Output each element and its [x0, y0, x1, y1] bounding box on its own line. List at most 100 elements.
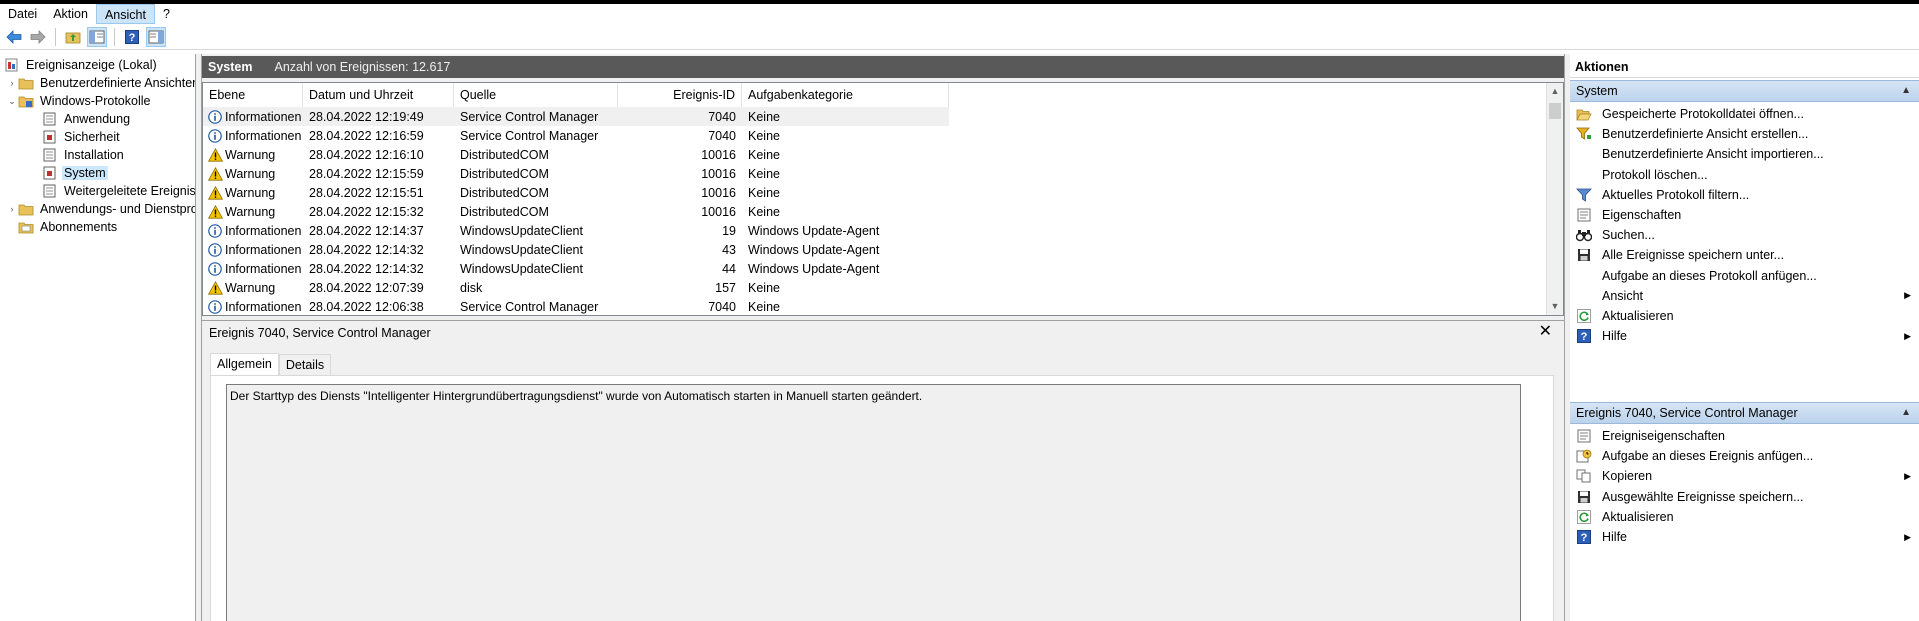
action-ausgewählte-ereignisse-speichern[interactable]: Ausgewählte Ereignisse speichern...: [1570, 487, 1919, 507]
tree-item-sicherheit[interactable]: Sicherheit: [42, 128, 122, 146]
collapse-arrow-icon[interactable]: ▲: [1901, 407, 1911, 418]
system-log-icon: [42, 165, 58, 181]
event-description[interactable]: Der Starttyp des Diensts "Intelligenter …: [226, 384, 1521, 621]
cell-level: Informationen: [203, 223, 303, 239]
action-eigenschaften[interactable]: Eigenschaften: [1570, 205, 1919, 225]
tree-item-custom-views[interactable]: › Benutzerdefinierte Ansichten: [6, 74, 196, 92]
table-row[interactable]: Warnung 28.04.2022 12:15:32 DistributedCOM…: [203, 202, 949, 221]
menu-aktion[interactable]: Aktion: [45, 4, 96, 24]
action-aktualisieren[interactable]: Aktualisieren: [1570, 507, 1919, 527]
collapse-chevron-icon[interactable]: ⌄: [6, 96, 18, 107]
action-benutzerdefinierte-ansicht-importieren[interactable]: Benutzerdefinierte Ansicht importieren..…: [1570, 144, 1919, 164]
show-hide-tree-icon[interactable]: [87, 26, 107, 47]
actions-group-event[interactable]: Ereignis 7040, Service Control Manager ▲: [1570, 402, 1919, 424]
level-text: Warnung: [225, 280, 276, 295]
column-header-level[interactable]: Ebene: [203, 83, 303, 107]
cell-task-category: Keine: [748, 147, 780, 162]
action-label: Ausgewählte Ereignisse speichern...: [1602, 489, 1804, 504]
table-row[interactable]: Warnung 28.04.2022 12:16:10 DistributedCOM…: [203, 145, 949, 164]
close-icon[interactable]: ✕: [1539, 323, 1552, 341]
level-text: Informationen: [225, 261, 302, 276]
column-header-task-category[interactable]: Aufgabenkategorie: [742, 83, 949, 107]
tree-item-event-viewer-local[interactable]: Ereignisanzeige (Lokal): [4, 56, 159, 74]
action-label: Aufgabe an dieses Ereignis anfügen...: [1602, 449, 1814, 464]
help-icon[interactable]: ?: [122, 27, 142, 47]
action-aufgabe-an-dieses-ereignis-anfügen[interactable]: Aufgabe an dieses Ereignis anfügen...: [1570, 446, 1919, 466]
column-header-date[interactable]: Datum und Uhrzeit: [303, 83, 454, 107]
tree-item-system[interactable]: System: [42, 164, 108, 182]
action-kopieren[interactable]: Kopieren ▶: [1570, 466, 1919, 486]
cell-event-id: 10016: [701, 185, 736, 200]
action-aktualisieren[interactable]: Aktualisieren: [1570, 306, 1919, 326]
scrollbar-thumb[interactable]: [1549, 103, 1561, 119]
scroll-down-icon[interactable]: ▼: [1547, 298, 1563, 315]
actions-group-system-label: System: [1576, 84, 1618, 98]
save-icon: [1576, 489, 1592, 505]
binoculars-icon: [1576, 227, 1592, 243]
back-arrow-icon[interactable]: [4, 27, 24, 47]
action-benutzerdefinierte-ansicht-erstellen[interactable]: Benutzerdefinierte Ansicht erstellen...: [1570, 124, 1919, 144]
event-list-rows: Informationen 28.04.2022 12:19:49 Service …: [203, 107, 949, 315]
action-ansicht[interactable]: Ansicht ▶: [1570, 286, 1919, 306]
refresh-icon: [1576, 308, 1592, 324]
subscriptions-icon: [18, 219, 34, 235]
table-row[interactable]: Warnung 28.04.2022 12:15:51 DistributedCOM…: [203, 183, 949, 202]
action-aufgabe-an-dieses-protokoll-anfügen[interactable]: Aufgabe an dieses Protokoll anfügen...: [1570, 266, 1919, 286]
action-hilfe[interactable]: ? Hilfe ▶: [1570, 527, 1919, 547]
task-icon: [1576, 448, 1592, 464]
blank-icon: [1576, 268, 1592, 284]
action-aktuelles-protokoll-filtern[interactable]: Aktuelles Protokoll filtern...: [1570, 185, 1919, 205]
tree-item-windows-logs[interactable]: ⌄ Windows-Protokolle: [6, 92, 152, 110]
expand-chevron-icon[interactable]: ›: [6, 204, 18, 214]
tree-item-installation[interactable]: Installation: [42, 146, 126, 164]
table-row[interactable]: Warnung 28.04.2022 12:15:59 DistributedCOM…: [203, 164, 949, 183]
table-row[interactable]: Informationen 28.04.2022 12:16:59 Service …: [203, 126, 949, 145]
action-label: Suchen...: [1602, 228, 1655, 243]
event-list: Ebene Datum und Uhrzeit Quelle Ereignis-…: [202, 82, 1564, 316]
folder-up-icon[interactable]: [63, 27, 83, 47]
tree-item-subscriptions[interactable]: Abonnements: [18, 218, 119, 236]
cell-source: DistributedCOM: [460, 147, 549, 162]
action-hilfe[interactable]: ? Hilfe ▶: [1570, 326, 1919, 346]
save-icon: [1576, 247, 1592, 263]
show-hide-action-pane-icon[interactable]: [146, 26, 166, 47]
cell-task-category: Keine: [748, 109, 780, 124]
menu-datei[interactable]: Datei: [0, 4, 45, 24]
tree-item-forwarded-events[interactable]: Weitergeleitete Ereignisse: [42, 182, 195, 200]
tree-item-app-service-logs[interactable]: › Anwendungs- und Dienstprotokolle: [6, 200, 196, 218]
table-row[interactable]: Warnung 28.04.2022 12:07:39 disk 157 Keine: [203, 278, 949, 297]
table-row[interactable]: Informationen 28.04.2022 12:14:32 WindowsU…: [203, 240, 949, 259]
tree-item-anwendung[interactable]: Anwendung: [42, 110, 132, 128]
table-row[interactable]: Informationen 28.04.2022 12:14:32 WindowsU…: [203, 259, 949, 278]
action-alle-ereignisse-speichern-unter[interactable]: Alle Ereignisse speichern unter...: [1570, 245, 1919, 265]
table-row[interactable]: Informationen 28.04.2022 12:14:37 WindowsU…: [203, 221, 949, 240]
cell-task-category: Windows Update-Agent: [748, 261, 880, 276]
menu-ansicht[interactable]: Ansicht: [95, 4, 155, 24]
collapse-arrow-icon[interactable]: ▲: [1901, 85, 1911, 96]
action-suchen[interactable]: Suchen...: [1570, 225, 1919, 245]
cell-event-id: 7040: [708, 299, 736, 314]
action-gespeicherte-protokolldatei-öffnen[interactable]: Gespeicherte Protokolldatei öffnen...: [1570, 104, 1919, 124]
security-log-icon: [42, 129, 58, 145]
actions-group-system[interactable]: System ▲: [1570, 80, 1919, 102]
warning-icon: [207, 280, 223, 296]
action-protokoll-löschen[interactable]: Protokoll löschen...: [1570, 165, 1919, 185]
action-ereigniseigenschaften[interactable]: Ereigniseigenschaften: [1570, 426, 1919, 446]
cell-task-category: Keine: [748, 280, 780, 295]
event-list-scrollbar[interactable]: ▲ ▼: [1546, 83, 1563, 315]
table-row[interactable]: Informationen 28.04.2022 12:19:49 Service …: [203, 107, 949, 126]
warning-icon: [207, 147, 223, 163]
action-label: Benutzerdefinierte Ansicht importieren..…: [1602, 147, 1824, 162]
tab-allgemein[interactable]: Allgemein: [210, 353, 279, 376]
forward-arrow-icon[interactable]: [28, 27, 48, 47]
expand-chevron-icon[interactable]: ›: [6, 78, 18, 88]
column-header-event-id[interactable]: Ereignis-ID: [618, 83, 742, 107]
submenu-arrow-icon: ▶: [1904, 531, 1911, 542]
open-folder-icon: [1576, 106, 1592, 122]
tab-details[interactable]: Details: [278, 354, 332, 375]
cell-level: Warnung: [203, 185, 303, 201]
menu-help[interactable]: ?: [155, 4, 178, 24]
column-header-source[interactable]: Quelle: [454, 83, 618, 107]
scroll-up-icon[interactable]: ▲: [1547, 83, 1563, 100]
table-row[interactable]: Informationen 28.04.2022 12:06:38 Service …: [203, 297, 949, 315]
